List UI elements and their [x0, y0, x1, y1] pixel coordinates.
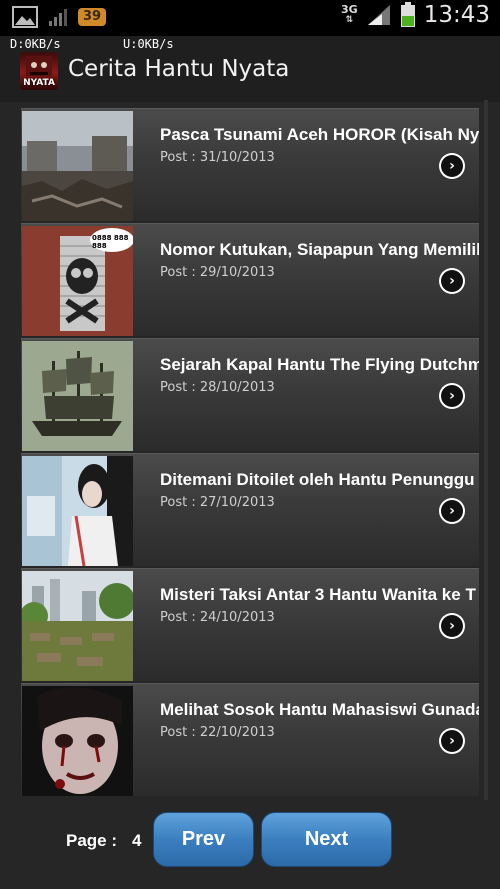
notification-badge: 39	[78, 8, 107, 26]
action-bar: NYATA Cerita Hantu Nyata	[0, 36, 500, 102]
current-page-number: 4	[132, 831, 142, 850]
prev-button[interactable]: Prev	[153, 812, 254, 867]
chevron-right-icon: ›	[441, 155, 463, 177]
story-title: Nomor Kutukan, Siapapun Yang Memiliki	[160, 240, 479, 259]
network-indicator: 3G ⇅	[341, 3, 358, 25]
open-story-button[interactable]: ›	[439, 498, 465, 524]
story-thumbnail	[22, 341, 133, 451]
list-scrollbar[interactable]	[484, 100, 488, 800]
story-title: Melihat Sosok Hantu Mahasiswi Gunadarma	[160, 700, 479, 719]
thumb-caption: 0888 888 888	[92, 234, 129, 250]
story-title: Sejarah Kapal Hantu The Flying Dutchman	[160, 355, 479, 374]
status-bar: 39 3G ⇅ 13:43	[0, 0, 500, 36]
open-story-button[interactable]: ›	[439, 268, 465, 294]
story-title: Ditemani Ditoilet oleh Hantu Penunggu	[160, 470, 475, 489]
list-item[interactable]: Pasca Tsunami Aceh HOROR (Kisah Nyata) P…	[21, 108, 479, 221]
app-title: Cerita Hantu Nyata	[68, 56, 290, 82]
page-label: Page :	[66, 831, 118, 850]
story-date: Post : 29/10/2013	[160, 265, 275, 280]
story-list: Pasca Tsunami Aceh HOROR (Kisah Nyata) P…	[21, 102, 479, 802]
download-rate: D:0KB/s	[10, 37, 61, 51]
next-button[interactable]: Next	[261, 812, 392, 867]
upload-rate: U:0KB/s	[123, 37, 174, 51]
story-thumbnail	[22, 686, 133, 796]
chevron-right-icon: ›	[441, 500, 463, 522]
story-title: Misteri Taksi Antar 3 Hantu Wanita ke T	[160, 585, 476, 604]
signal-strength-icon	[367, 5, 390, 25]
clock: 13:43	[423, 2, 490, 28]
story-date: Post : 28/10/2013	[160, 380, 275, 395]
chevron-right-icon: ›	[441, 615, 463, 637]
story-date: Post : 22/10/2013	[160, 725, 275, 740]
list-item[interactable]: Sejarah Kapal Hantu The Flying Dutchman …	[21, 338, 479, 451]
story-date: Post : 27/10/2013	[160, 495, 275, 510]
app-logo-label: NYATA	[23, 78, 55, 88]
story-title: Pasca Tsunami Aceh HOROR (Kisah Nyata)	[160, 125, 479, 144]
signal-weak-icon	[49, 9, 67, 26]
open-story-button[interactable]: ›	[439, 383, 465, 409]
gallery-icon	[12, 6, 38, 28]
story-thumbnail	[22, 456, 133, 566]
network-type-label: 3G	[341, 3, 358, 16]
story-date: Post : 24/10/2013	[160, 610, 275, 625]
story-thumbnail	[22, 571, 133, 681]
list-item[interactable]: 0888 888 888 Nomor Kutukan, Siapapun Yan…	[21, 223, 479, 336]
open-story-button[interactable]: ›	[439, 728, 465, 754]
app-logo: NYATA	[20, 52, 58, 90]
list-item[interactable]: Melihat Sosok Hantu Mahasiswi Gunadarma …	[21, 683, 479, 796]
open-story-button[interactable]: ›	[439, 613, 465, 639]
chevron-right-icon: ›	[441, 385, 463, 407]
list-item[interactable]: Misteri Taksi Antar 3 Hantu Wanita ke T …	[21, 568, 479, 681]
story-thumbnail	[22, 111, 133, 221]
list-item[interactable]: Ditemani Ditoilet oleh Hantu Penunggu Po…	[21, 453, 479, 566]
story-date: Post : 31/10/2013	[160, 150, 275, 165]
chevron-right-icon: ›	[441, 730, 463, 752]
story-thumbnail: 0888 888 888	[22, 226, 133, 336]
chevron-right-icon: ›	[441, 270, 463, 292]
open-story-button[interactable]: ›	[439, 153, 465, 179]
battery-icon	[400, 2, 415, 27]
